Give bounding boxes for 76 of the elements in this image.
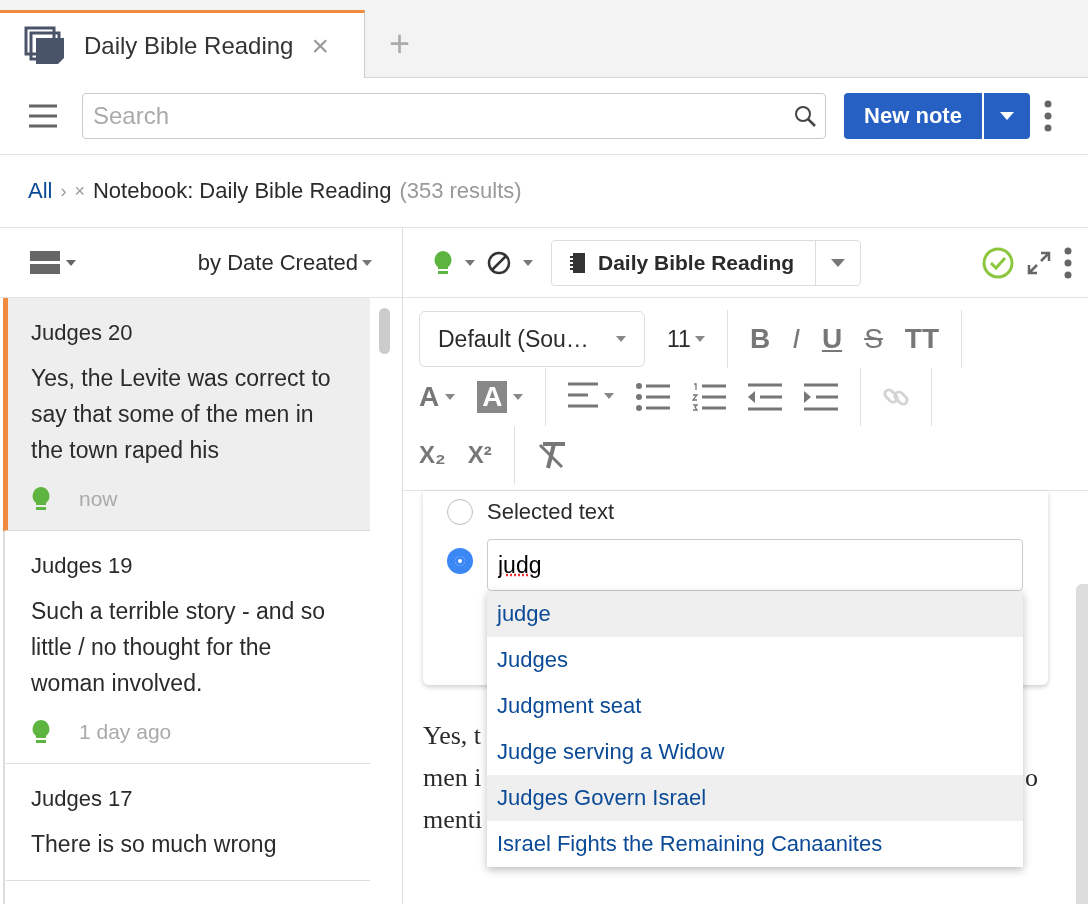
view-mode-button[interactable] [30, 250, 76, 275]
suggestion-item[interactable]: Judgment seat [487, 683, 1023, 729]
caret-icon [445, 394, 456, 400]
tab-title: Daily Bible Reading [84, 31, 294, 60]
note-time: 1 day ago [79, 720, 172, 744]
breadcrumb-separator: › [60, 180, 67, 202]
format-button[interactable]: B [749, 323, 771, 355]
note-card[interactable]: Judges 20 Yes, the Levite was correct to say that some of the men in the town raped his now [3, 298, 370, 531]
note-card[interactable]: Judges 17 There is so much wrong [3, 764, 370, 881]
caret-icon[interactable] [523, 259, 533, 266]
format-button[interactable]: TT [904, 323, 940, 355]
check-circle-icon [982, 246, 1014, 279]
filter-label: Notebook: Daily Bible Reading [92, 178, 392, 204]
no-entry-icon[interactable] [487, 250, 511, 275]
note-preview: There is so much wrong [31, 830, 278, 859]
expand-icon[interactable] [1026, 249, 1052, 276]
caret-icon [616, 336, 626, 342]
radio-button[interactable] [447, 499, 473, 525]
caret-icon [362, 259, 372, 266]
search-field[interactable]: Search [82, 93, 826, 139]
caret-icon [1000, 112, 1014, 120]
caret-icon[interactable] [465, 259, 475, 266]
stacked-pages-icon [24, 25, 66, 66]
bullet-list-icon[interactable] [636, 383, 671, 411]
script-button[interactable]: X₂ [419, 441, 446, 469]
format-button[interactable]: I [792, 323, 800, 355]
sort-dropdown[interactable]: by Date Created [197, 249, 358, 276]
outdent-icon[interactable] [748, 383, 783, 411]
suggestion-item[interactable]: Judges [487, 637, 1023, 683]
note-card[interactable]: Judges 19 Such a terrible story - and so little / no thought for the woman involved. 1 day ago [3, 531, 370, 764]
note-text: Yes, t [423, 721, 482, 752]
caret-icon [66, 259, 76, 266]
note-text: menti [423, 805, 483, 836]
font-size-select[interactable]: 11 [667, 325, 705, 353]
lightbulb-icon [31, 719, 51, 745]
suggestion-item[interactable]: Israel Fights the Remaining Canaanites [487, 821, 1023, 867]
new-note-menu-button[interactable] [984, 93, 1030, 139]
lightbulb-icon [31, 486, 51, 512]
notebook-select[interactable]: Daily Bible Reading [551, 239, 861, 286]
results-count: (353 results) [399, 178, 522, 204]
font-select[interactable]: Default (Sou… [419, 311, 645, 367]
format-button[interactable]: U [821, 323, 843, 355]
note-time: now [79, 487, 118, 511]
option-label: Selected text [487, 499, 615, 525]
lightbulb-icon[interactable] [433, 249, 453, 276]
notebook-icon [570, 251, 586, 274]
clear-format-icon[interactable] [536, 441, 567, 469]
note-title: Judges 20 [31, 320, 134, 346]
indent-icon[interactable] [804, 383, 839, 411]
suggestion-item[interactable]: judge [487, 591, 1023, 637]
note-text: men i [423, 763, 482, 794]
breadcrumb-link[interactable]: All [28, 178, 53, 204]
note-title: Judges 19 [31, 553, 134, 579]
menu-icon[interactable] [28, 104, 58, 128]
note-text: o [1025, 763, 1038, 794]
radio-button[interactable] [447, 548, 473, 574]
note-preview: Such a terrible story - and so little / no thought for the woman involved. [31, 597, 327, 698]
scrollbar-thumb[interactable] [379, 308, 390, 354]
search-icon [794, 105, 816, 127]
caret-icon [694, 336, 705, 342]
link-input-field[interactable]: judg [487, 539, 1023, 591]
new-note-button[interactable]: New note [844, 93, 982, 139]
note-title: Judges 17 [31, 786, 134, 812]
suggestion-item[interactable]: Judges Govern Israel [487, 775, 1023, 821]
numbered-list-icon[interactable] [692, 383, 727, 411]
caret-icon [513, 394, 524, 400]
more-icon[interactable] [1044, 100, 1052, 132]
suggestion-item[interactable]: Judge serving a Widow [487, 729, 1023, 775]
script-button[interactable]: X² [467, 441, 492, 469]
note-tab[interactable]: Daily Bible Reading × [0, 10, 365, 78]
color-button[interactable]: A [419, 381, 456, 413]
more-icon[interactable] [1064, 246, 1072, 279]
format-button[interactable]: S [864, 323, 883, 355]
note-preview: Yes, the Levite was correct to say that some of the men in the town raped his [31, 364, 332, 465]
scrollbar-thumb[interactable] [1076, 584, 1088, 904]
caret-icon [831, 258, 845, 267]
